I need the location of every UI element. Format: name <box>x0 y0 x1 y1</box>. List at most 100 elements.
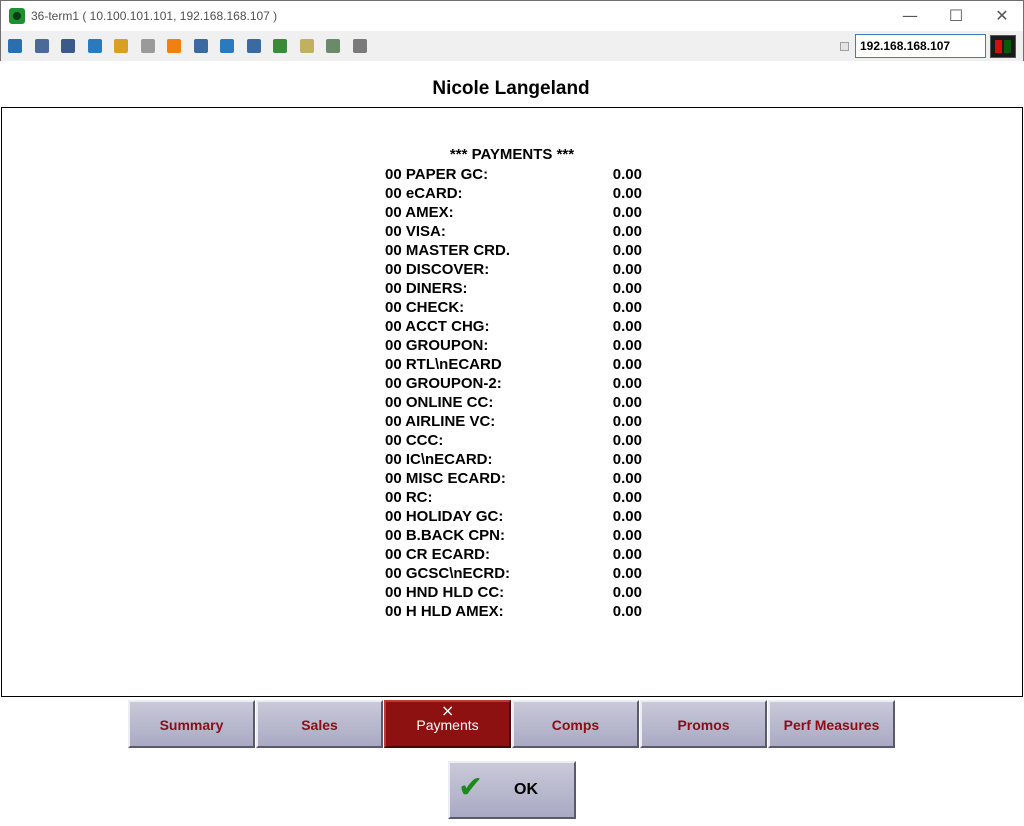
payment-row: 00 CCC: 0.00 <box>385 431 645 450</box>
payment-label: 00 CCC: <box>385 432 444 449</box>
payment-row: 00 HND HLD CC: 0.00 <box>385 583 645 602</box>
payment-value: 0.00 <box>612 603 642 620</box>
payment-row: 00 DINERS: 0.00 <box>385 279 645 298</box>
payment-row: 00 ACCT CHG: 0.00 <box>385 317 645 336</box>
tab-perf-measures[interactable]: Perf Measures <box>768 700 895 748</box>
payment-value: 0.00 <box>612 413 642 430</box>
payment-row: 00 IC\nECARD: 0.00 <box>385 450 645 469</box>
payment-value: 0.00 <box>612 489 642 506</box>
payment-label: 00 GROUPON: <box>385 337 489 354</box>
payment-value: 0.00 <box>612 299 642 316</box>
payment-value: 0.00 <box>612 565 642 582</box>
ok-button-label: OK <box>514 781 538 798</box>
tab-promos[interactable]: Promos <box>640 700 767 748</box>
app-icon <box>9 8 25 24</box>
payment-label: 00 HND HLD CC: <box>385 584 505 601</box>
title-bar: 36-term1 ( 10.100.101.101, 192.168.168.1… <box>0 0 1024 31</box>
payment-label: 00 CR ECARD: <box>385 546 491 563</box>
ip-address-field[interactable]: 192.168.168.107 <box>855 34 986 58</box>
report-title: *** PAYMENTS *** <box>449 146 575 163</box>
payment-row: 00 CR ECARD: 0.00 <box>385 545 645 564</box>
fullscreen-icon[interactable] <box>217 36 237 56</box>
tab-label: Perf Measures <box>783 717 880 733</box>
tab-label: Sales <box>301 717 338 733</box>
notepad-icon[interactable] <box>297 36 317 56</box>
status-red-light <box>995 40 1002 53</box>
payment-label: 00 PAPER GC: <box>385 166 489 183</box>
checkmark-icon: ✔ <box>458 770 484 805</box>
payment-row: 00 MASTER CRD. 0.00 <box>385 241 645 260</box>
payment-value: 0.00 <box>612 584 642 601</box>
payment-row: 00 RC: 0.00 <box>385 488 645 507</box>
payments-list: 00 PAPER GC: 0.00 00 eCARD: 0.00 00 AMEX: 0.0… <box>385 165 645 621</box>
payment-label: 00 HOLIDAY GC: <box>385 508 504 525</box>
payment-value: 0.00 <box>612 337 642 354</box>
ok-button[interactable]: ✔ OK <box>448 761 576 819</box>
payment-row: 00 VISA: 0.00 <box>385 222 645 241</box>
monitor-graph-icon[interactable] <box>5 36 25 56</box>
payment-row: 00 GROUPON-2: 0.00 <box>385 374 645 393</box>
payment-value: 0.00 <box>612 261 642 278</box>
payment-value: 0.00 <box>612 166 642 183</box>
report-panel: *** PAYMENTS *** 00 PAPER GC: 0.00 00 eCAR… <box>1 107 1023 697</box>
tab-label: Summary <box>159 717 224 733</box>
payment-value: 0.00 <box>612 508 642 525</box>
tab-sales[interactable]: Sales <box>256 700 383 748</box>
payment-label: 00 CHECK: <box>385 299 465 316</box>
payment-row: 00 ONLINE CC: 0.00 <box>385 393 645 412</box>
maximize-button[interactable]: ☐ <box>933 1 979 31</box>
tab-label: Promos <box>677 717 730 733</box>
multi-screen-icon[interactable] <box>350 36 370 56</box>
payment-row: 00 CHECK: 0.00 <box>385 298 645 317</box>
payment-label: 00 IC\nECARD: <box>385 451 493 468</box>
payment-row: 00 AIRLINE VC: 0.00 <box>385 412 645 431</box>
windows-logo-icon[interactable] <box>111 36 131 56</box>
display-icon[interactable] <box>244 36 264 56</box>
payment-label: 00 DISCOVER: <box>385 261 490 278</box>
payment-row: 00 DISCOVER: 0.00 <box>385 260 645 279</box>
payment-label: 00 AIRLINE VC: <box>385 413 496 430</box>
network-error-icon[interactable] <box>191 36 211 56</box>
tab-summary[interactable]: Summary <box>128 700 255 748</box>
toolbar: 192.168.168.107 <box>0 31 1024 61</box>
close-button[interactable]: ✕ <box>979 1 1024 31</box>
alert-icon[interactable] <box>164 36 184 56</box>
payment-value: 0.00 <box>612 451 642 468</box>
tab-label: Comps <box>551 717 600 733</box>
tab-payments[interactable]: Payments × <box>384 700 511 748</box>
payment-label: 00 VISA: <box>385 223 446 240</box>
payment-row: 00 GROUPON: 0.00 <box>385 336 645 355</box>
payment-row: 00 RTL\nECARD 0.00 <box>385 355 645 374</box>
window-title: 36-term1 ( 10.100.101.101, 192.168.168.1… <box>31 9 278 23</box>
screen-capture-icon[interactable] <box>323 36 343 56</box>
payment-value: 0.00 <box>612 242 642 259</box>
tools-icon[interactable] <box>58 36 78 56</box>
payment-value: 0.00 <box>612 546 642 563</box>
payment-value: 0.00 <box>612 432 642 449</box>
payment-value: 0.00 <box>612 318 642 335</box>
payment-value: 0.00 <box>612 280 642 297</box>
payment-value: 0.00 <box>612 185 642 202</box>
download-icon[interactable] <box>270 36 290 56</box>
payment-label: 00 ONLINE CC: <box>385 394 494 411</box>
payment-label: 00 MISC ECARD: <box>385 470 506 487</box>
ip-toggle-checkbox[interactable] <box>840 42 849 51</box>
payment-row: 00 H HLD AMEX: 0.00 <box>385 602 645 621</box>
payment-label: 00 ACCT CHG: <box>385 318 490 335</box>
report-tabs: Summary Sales Payments × Comps Promos Perf Mea… <box>128 700 895 748</box>
payment-label: 00 H HLD AMEX: <box>385 603 504 620</box>
minimize-button[interactable]: — <box>887 1 933 31</box>
payment-label: 00 DINERS: <box>385 280 468 297</box>
payment-row: 00 HOLIDAY GC: 0.00 <box>385 507 645 526</box>
payment-label: 00 GCSC\nECRD: <box>385 565 511 582</box>
close-tab-icon: × <box>441 701 455 720</box>
payment-value: 0.00 <box>612 470 642 487</box>
windows-stack-icon[interactable] <box>32 36 52 56</box>
payment-label: 00 eCARD: <box>385 185 463 202</box>
keyboard-icon[interactable] <box>138 36 158 56</box>
payment-value: 0.00 <box>612 394 642 411</box>
tab-comps[interactable]: Comps <box>512 700 639 748</box>
payment-value: 0.00 <box>612 356 642 373</box>
connection-status-indicator[interactable] <box>990 35 1016 58</box>
refresh-icon[interactable] <box>85 36 105 56</box>
